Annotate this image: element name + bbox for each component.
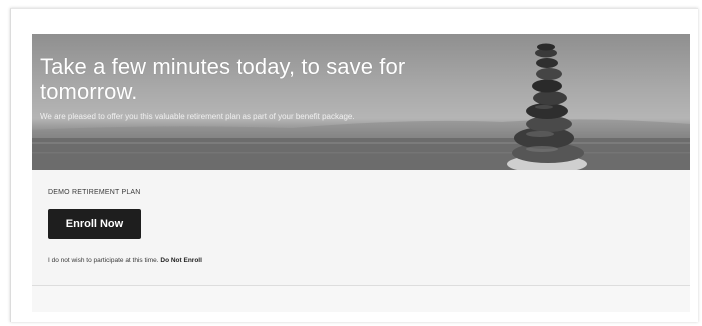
do-not-enroll-link[interactable]: Do Not Enroll bbox=[160, 257, 202, 264]
hero-title: Take a few minutes today, to save for to… bbox=[40, 54, 406, 104]
enroll-now-button[interactable]: Enroll Now bbox=[48, 209, 141, 239]
hero-subtitle: We are pleased to offer you this valuabl… bbox=[40, 112, 355, 121]
plan-name: DEMO RETIREMENT PLAN bbox=[48, 189, 141, 196]
enrollment-panel: DEMO RETIREMENT PLAN Enroll Now I do not… bbox=[32, 170, 690, 285]
opt-out-message: I do not wish to participate at this tim… bbox=[48, 257, 159, 264]
hero-banner: Take a few minutes today, to save for to… bbox=[32, 34, 690, 170]
footer-strip bbox=[32, 286, 690, 312]
opt-out-text: I do not wish to participate at this tim… bbox=[48, 257, 202, 264]
